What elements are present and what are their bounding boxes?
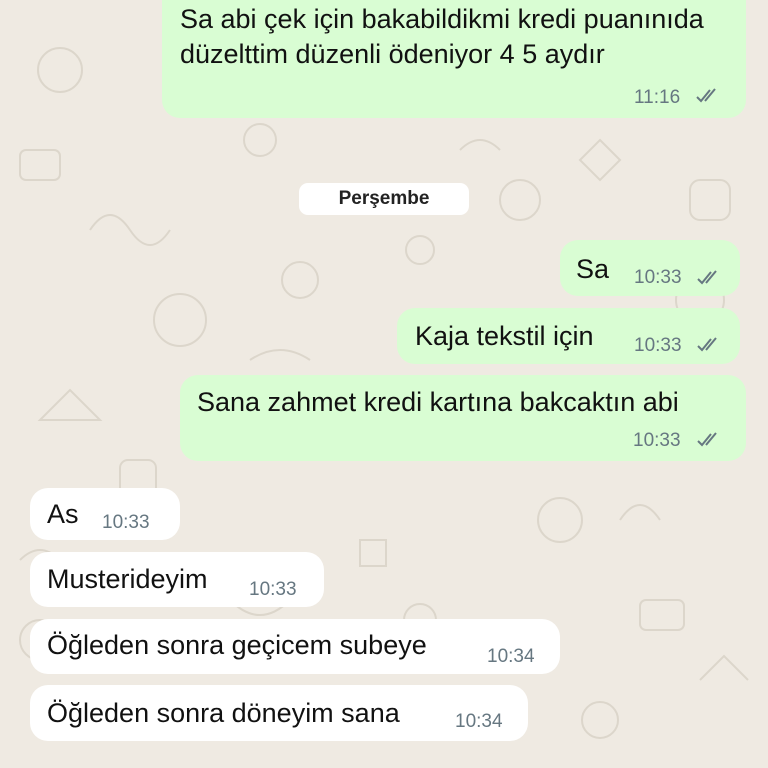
message-text: Sa abi çek için bakabildikmi kredi puanı…: [180, 4, 704, 69]
message-time: 11:16: [634, 87, 681, 108]
message-text: Sana zahmet kredi kartına bakcaktın abi: [197, 387, 679, 417]
date-separator: Perşembe: [299, 183, 469, 215]
double-check-icon: [697, 270, 717, 285]
message-text: As: [47, 499, 79, 529]
message-bubble-incoming[interactable]: Öğleden sonra döneyim sana 10:34: [30, 685, 528, 741]
message-time: 10:34: [487, 646, 535, 667]
message-text: Musterideyim: [47, 564, 208, 594]
message-time: 10:33: [633, 430, 681, 451]
message-time: 10:33: [634, 267, 682, 288]
double-check-icon: [696, 88, 716, 103]
message-text: Sa: [576, 254, 610, 284]
double-check-icon: [697, 337, 717, 352]
message-bubble-outgoing[interactable]: Sana zahmet kredi kartına bakcaktın abi …: [180, 375, 746, 461]
message-time: 10:33: [249, 579, 297, 600]
message-text: Öğleden sonra döneyim sana: [47, 698, 400, 728]
message-bubble-outgoing[interactable]: Kaja tekstil için 10:33: [397, 308, 740, 364]
message-bubble-outgoing[interactable]: Sa abi çek için bakabildikmi kredi puanı…: [162, 0, 746, 118]
double-check-icon: [697, 432, 717, 447]
message-bubble-outgoing[interactable]: Sa 10:33: [560, 240, 740, 296]
message-time: 10:34: [455, 711, 503, 732]
message-text: Kaja tekstil için: [415, 321, 594, 351]
message-bubble-incoming[interactable]: Öğleden sonra geçicem subeye 10:34: [30, 619, 560, 674]
message-text: Öğleden sonra geçicem subeye: [47, 630, 427, 660]
message-time: 10:33: [102, 512, 150, 533]
message-bubble-incoming[interactable]: As 10:33: [30, 488, 180, 540]
message-time: 10:33: [634, 335, 682, 356]
message-bubble-incoming[interactable]: Musterideyim 10:33: [30, 552, 324, 607]
